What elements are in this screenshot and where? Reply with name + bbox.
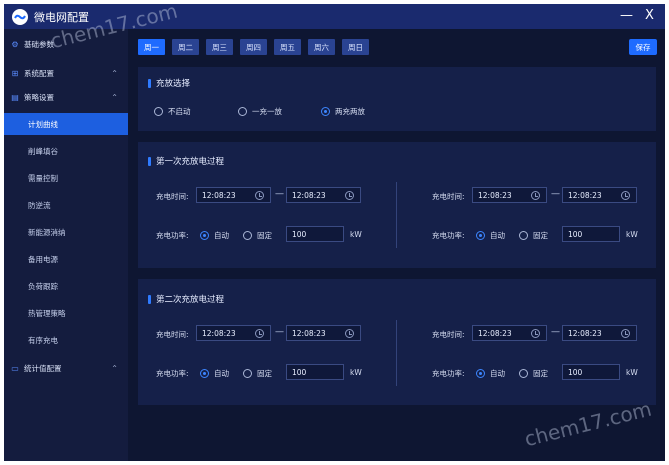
- app-logo-icon: [12, 8, 28, 25]
- tab-friday[interactable]: 周五: [274, 39, 301, 55]
- sidebar-item-load-tracking[interactable]: 负荷跟踪: [4, 275, 128, 297]
- power-input[interactable]: 100: [286, 226, 344, 242]
- end-time-input[interactable]: 12:08:23: [562, 325, 637, 341]
- sidebar-item-demand-control[interactable]: 需量控制: [4, 167, 128, 189]
- panel-title: 第二次充放电过程: [148, 293, 224, 305]
- app-window: 微电网配置 — X ⚙ 基础参数 ⊞ 系统配置 ⌃ ▤ 策略设置 ⌃ 计划曲线 …: [4, 4, 665, 461]
- sidebar-item-renewable[interactable]: 新能源消纳: [4, 221, 128, 243]
- charge-time-label: 充电时间:: [156, 192, 189, 201]
- charge-power-label: 充电功率:: [156, 369, 189, 378]
- charge-time-label: 充电时间:: [156, 330, 189, 339]
- radio-no-start[interactable]: 不启动: [154, 106, 191, 117]
- charge-time-label: 充电时间:: [432, 192, 465, 201]
- sidebar: ⚙ 基础参数 ⊞ 系统配置 ⌃ ▤ 策略设置 ⌃ 计划曲线 削峰填谷 需量控制 …: [4, 29, 128, 461]
- sidebar-item-stats[interactable]: ▭ 统计值配置 ⌃: [4, 357, 128, 379]
- clock-icon: [345, 191, 354, 200]
- power-input[interactable]: 100: [286, 364, 344, 380]
- chevron-up-icon: ⌃: [111, 92, 118, 102]
- weekday-tabs: 周一 周二 周三 周四 周五 周六 周日: [138, 39, 369, 55]
- clock-icon: [255, 191, 264, 200]
- chevron-up-icon: ⌃: [111, 363, 118, 373]
- strategy-icon: ▤: [11, 92, 19, 102]
- power-input[interactable]: 100: [562, 364, 620, 380]
- panel-title: 第一次充放电过程: [148, 155, 224, 167]
- sidebar-item-plan-curve[interactable]: 计划曲线: [4, 113, 128, 135]
- column-divider: [396, 320, 397, 386]
- start-time-input[interactable]: 12:08:23: [196, 187, 271, 203]
- sidebar-item-ordered-charging[interactable]: 有序充电: [4, 329, 128, 351]
- network-icon: ⊞: [11, 68, 19, 78]
- minimize-button[interactable]: —: [620, 8, 633, 23]
- panel-title: 充放选择: [148, 77, 190, 89]
- clock-icon: [621, 191, 630, 200]
- charge-process-2-panel: 第二次充放电过程 充电时间: 12:08:23 — 12:08:23 充电功率:…: [138, 279, 656, 405]
- start-time-input[interactable]: 12:08:23: [472, 187, 547, 203]
- tab-sunday[interactable]: 周日: [342, 39, 369, 55]
- charge-process-1-panel: 第一次充放电过程 充电时间: 12:08:23 — 12:08:23 充电功率:…: [138, 142, 656, 268]
- tab-thursday[interactable]: 周四: [240, 39, 267, 55]
- radio-auto[interactable]: 自动: [200, 230, 229, 241]
- radio-auto[interactable]: 自动: [476, 368, 505, 379]
- chevron-up-icon: ⌃: [111, 68, 118, 78]
- radio-fixed[interactable]: 固定: [243, 230, 272, 241]
- power-unit: kW: [350, 230, 362, 239]
- save-button[interactable]: 保存: [629, 39, 657, 55]
- tab-saturday[interactable]: 周六: [308, 39, 335, 55]
- clock-icon: [621, 329, 630, 338]
- tab-tuesday[interactable]: 周二: [172, 39, 199, 55]
- clock-icon: [531, 329, 540, 338]
- charge-power-label: 充电功率:: [432, 369, 465, 378]
- radio-fixed[interactable]: 固定: [519, 368, 548, 379]
- radio-fixed[interactable]: 固定: [519, 230, 548, 241]
- power-unit: kW: [350, 368, 362, 377]
- main-content: 周一 周二 周三 周四 周五 周六 周日 保存 充放选择 不启动 一充一放 两充…: [128, 29, 665, 461]
- tab-monday[interactable]: 周一: [138, 39, 165, 55]
- radio-circle: [238, 107, 247, 116]
- power-unit: kW: [626, 368, 638, 377]
- clock-icon: [531, 191, 540, 200]
- sidebar-item-thermal[interactable]: 热管理策略: [4, 302, 128, 324]
- power-input[interactable]: 100: [562, 226, 620, 242]
- charge-power-label: 充电功率:: [156, 231, 189, 240]
- sidebar-item-system[interactable]: ⊞ 系统配置 ⌃: [4, 62, 128, 84]
- tab-wednesday[interactable]: 周三: [206, 39, 233, 55]
- sidebar-item-anti-backflow[interactable]: 防逆流: [4, 194, 128, 216]
- sidebar-item-peak-shaving[interactable]: 削峰填谷: [4, 140, 128, 162]
- radio-fixed[interactable]: 固定: [243, 368, 272, 379]
- end-time-input[interactable]: 12:08:23: [286, 325, 361, 341]
- charge-select-panel: 充放选择 不启动 一充一放 两充两放: [138, 67, 656, 131]
- column-divider: [396, 182, 397, 248]
- clock-icon: [345, 329, 354, 338]
- start-time-input[interactable]: 12:08:23: [196, 325, 271, 341]
- radio-circle-selected: [321, 107, 330, 116]
- radio-auto[interactable]: 自动: [200, 368, 229, 379]
- sidebar-item-strategy[interactable]: ▤ 策略设置 ⌃: [4, 86, 128, 108]
- end-time-input[interactable]: 12:08:23: [562, 187, 637, 203]
- sidebar-item-backup-power[interactable]: 备用电源: [4, 248, 128, 270]
- power-unit: kW: [626, 230, 638, 239]
- gear-icon: ⚙: [11, 39, 19, 49]
- charge-power-label: 充电功率:: [432, 231, 465, 240]
- radio-circle: [154, 107, 163, 116]
- clock-icon: [255, 329, 264, 338]
- radio-two-charge[interactable]: 两充两放: [321, 106, 365, 117]
- start-time-input[interactable]: 12:08:23: [472, 325, 547, 341]
- monitor-icon: ▭: [11, 363, 19, 373]
- charge-time-label: 充电时间:: [432, 330, 465, 339]
- radio-auto[interactable]: 自动: [476, 230, 505, 241]
- end-time-input[interactable]: 12:08:23: [286, 187, 361, 203]
- close-button[interactable]: X: [645, 8, 654, 23]
- radio-one-charge[interactable]: 一充一放: [238, 106, 282, 117]
